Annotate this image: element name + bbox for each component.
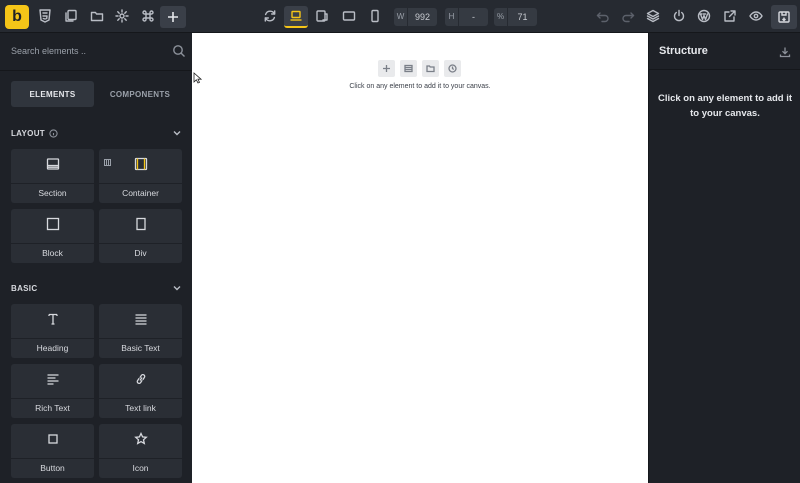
laptop-icon [290, 10, 302, 21]
heading-icon [11, 312, 94, 326]
mobile-icon[interactable] [367, 8, 383, 24]
rich-text-icon [11, 372, 94, 386]
command-icon[interactable] [140, 8, 156, 24]
redo-icon[interactable] [620, 8, 636, 24]
tile-label: Text link [99, 398, 182, 418]
save-button[interactable] [771, 5, 797, 29]
element-tile-section[interactable]: Section [11, 149, 94, 203]
wordpress-icon[interactable] [696, 8, 712, 24]
html5-icon[interactable] [37, 8, 53, 24]
link-icon [99, 372, 182, 386]
element-tile-div[interactable]: Div [99, 209, 182, 263]
div-icon [99, 217, 182, 231]
structure-title: Structure [659, 45, 708, 57]
height-key: H [445, 8, 459, 26]
tile-label: Button [11, 458, 94, 478]
chevron-down-icon[interactable] [172, 128, 182, 138]
tablet-icon[interactable] [341, 8, 357, 24]
tab-components[interactable]: COMPONENTS [98, 81, 182, 107]
canvas-add-button[interactable] [378, 60, 395, 77]
external-link-icon[interactable] [722, 8, 738, 24]
tablet-landscape-icon[interactable] [314, 8, 330, 24]
width-field[interactable]: W 992 [394, 8, 437, 26]
search-icon[interactable] [172, 44, 186, 58]
logo-button[interactable]: b [5, 5, 29, 29]
tile-label: Container [99, 183, 182, 203]
height-field[interactable]: H - [445, 8, 488, 26]
zoom-field[interactable]: % 71 [494, 8, 537, 26]
tile-label: Rich Text [11, 398, 94, 418]
zoom-value: 71 [517, 12, 528, 22]
mouse-cursor-icon [193, 71, 203, 84]
star-icon [99, 432, 182, 446]
element-tile-icon[interactable]: Icon [99, 424, 182, 478]
structure-empty-message: Click on any element to add it to your c… [657, 93, 793, 119]
clock-icon [448, 64, 457, 73]
tile-label: Section [11, 183, 94, 203]
canvas-template-button[interactable] [400, 60, 417, 77]
zoom-key: % [494, 8, 508, 26]
tile-label: Div [99, 243, 182, 263]
plus-icon [383, 65, 390, 72]
refresh-icon[interactable] [262, 8, 278, 24]
save-icon [778, 11, 790, 23]
tab-elements[interactable]: ELEMENTS [11, 81, 94, 107]
height-value: - [472, 12, 475, 22]
basic-text-icon [99, 312, 182, 326]
section-icon [11, 157, 94, 171]
search-input[interactable]: Search elements .. [11, 46, 86, 56]
layers-icon[interactable] [645, 8, 661, 24]
element-tile-text-link[interactable]: Text link [99, 364, 182, 418]
element-tile-button[interactable]: Button [11, 424, 94, 478]
element-tile-basic-text[interactable]: Basic Text [99, 304, 182, 358]
tile-label: Icon [99, 458, 182, 478]
top-toolbar: b W 992 H - % 71 [0, 0, 800, 33]
builder-app: b W 992 H - % 71 Search elements .. ELEM… [0, 0, 800, 483]
block-icon [11, 217, 94, 231]
section-title: BASIC [11, 283, 38, 293]
template-icon [404, 64, 413, 73]
undo-icon[interactable] [595, 8, 611, 24]
element-tile-block[interactable]: Block [11, 209, 94, 263]
info-icon[interactable] [49, 128, 58, 138]
width-key: W [394, 8, 408, 26]
canvas-history-button[interactable] [444, 60, 461, 77]
eye-icon[interactable] [748, 8, 764, 24]
button-icon [11, 432, 94, 446]
section-header-layout[interactable]: LAYOUT [11, 126, 182, 140]
add-element-button[interactable] [160, 6, 186, 28]
tile-label: Block [11, 243, 94, 263]
canvas-area[interactable]: Click on any element to add it to your c… [192, 33, 648, 483]
canvas-folder-button[interactable] [422, 60, 439, 77]
chevron-down-icon[interactable] [172, 283, 182, 293]
section-title: LAYOUT [11, 128, 45, 138]
section-header-basic[interactable]: BASIC [11, 281, 182, 295]
canvas-hint: Click on any element to add it to your c… [349, 83, 491, 90]
element-tile-container[interactable]: Container [99, 149, 182, 203]
desktop-breakpoint-button[interactable] [284, 6, 308, 28]
folder-icon[interactable] [89, 8, 105, 24]
folder-icon [426, 65, 435, 73]
logo-letter: b [12, 8, 22, 25]
power-icon[interactable] [671, 8, 687, 24]
structure-panel: Structure Click on any element to add it… [648, 33, 800, 483]
download-icon[interactable] [779, 45, 791, 58]
pages-icon[interactable] [63, 8, 79, 24]
panel-tabs: ELEMENTS COMPONENTS [11, 81, 182, 107]
gear-icon[interactable] [114, 8, 130, 24]
search-bar[interactable]: Search elements .. [0, 33, 192, 71]
container-icon [99, 157, 182, 171]
structure-header: Structure [649, 33, 800, 70]
width-value: 992 [414, 12, 431, 22]
elements-panel: Search elements .. ELEMENTS COMPONENTS L… [0, 33, 192, 483]
element-tile-heading[interactable]: Heading [11, 304, 94, 358]
tile-label: Heading [11, 338, 94, 358]
element-tile-rich-text[interactable]: Rich Text [11, 364, 94, 418]
plus-icon [168, 12, 178, 22]
tile-label: Basic Text [99, 338, 182, 358]
